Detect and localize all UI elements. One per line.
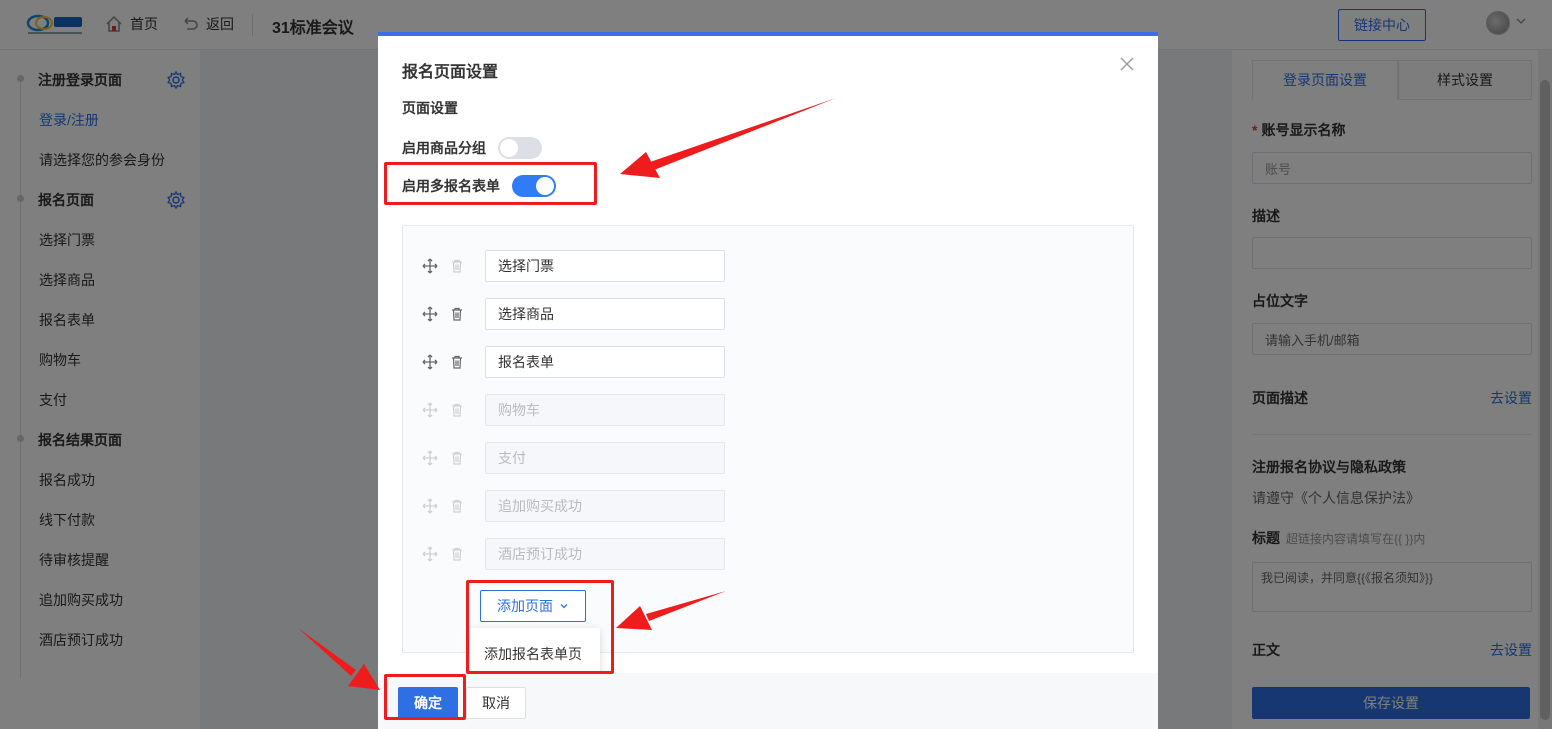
page-row: 选择商品 [421,298,725,330]
page-name-input: 支付 [485,442,725,474]
add-page-label: 添加页面 [497,598,553,614]
drag-move-icon [422,498,438,514]
multi-form-toggle-row: 启用多报名表单 [402,175,556,197]
trash-icon [452,499,462,513]
multi-form-switch[interactable] [512,175,556,197]
chevron-down-icon [560,604,568,609]
confirm-button[interactable]: 确定 [398,687,458,719]
page-row: 追加购买成功 [421,490,725,522]
page-row: 支付 [421,442,725,474]
goods-group-toggle-row: 启用商品分组 [402,137,542,159]
goods-group-label: 启用商品分组 [402,140,486,156]
trash-icon[interactable] [449,306,465,322]
trash-icon[interactable] [449,258,465,274]
dialog-footer: 确定 取消 [378,673,1158,729]
registration-page-settings-dialog: 报名页面设置 页面设置 启用商品分组 启用多报名表单 选择门票 选择商品 报名表… [378,32,1158,729]
switch-knob [500,139,518,157]
drag-move-icon[interactable] [421,257,439,275]
page-name-input[interactable]: 选择商品 [485,298,725,330]
page-name-input[interactable]: 报名表单 [485,346,725,378]
page-name-input[interactable]: 选择门票 [485,250,725,282]
page-row: 报名表单 [421,346,725,378]
drag-move-icon[interactable] [421,305,439,323]
page-name-input: 酒店预订成功 [485,538,725,570]
section-title: 页面设置 [402,100,458,116]
trash-icon [452,403,462,417]
close-icon[interactable] [1118,55,1136,73]
drag-move-icon[interactable] [421,353,439,371]
page-row: 购物车 [421,394,725,426]
cancel-button[interactable]: 取消 [466,687,526,719]
trash-icon [452,547,462,561]
drag-move-icon [422,450,438,466]
drag-move-icon [422,402,438,418]
multi-form-label: 启用多报名表单 [402,178,500,194]
goods-group-switch[interactable] [498,137,542,159]
drag-move-icon [422,546,438,562]
trash-icon[interactable] [449,354,465,370]
trash-icon [452,451,462,465]
switch-knob [536,177,554,195]
page-name-input: 追加购买成功 [485,490,725,522]
page-row: 酒店预订成功 [421,538,725,570]
dialog-title: 报名页面设置 [402,64,499,81]
add-form-page-option[interactable]: 添加报名表单页 [484,644,582,664]
page-name-input: 购物车 [485,394,725,426]
page-list-box: 选择门票 选择商品 报名表单 购物车 支付 追加购买成功 酒店预订成功 [402,225,1134,653]
page-row: 选择门票 [421,250,725,282]
add-page-button[interactable]: 添加页面 [480,590,586,622]
